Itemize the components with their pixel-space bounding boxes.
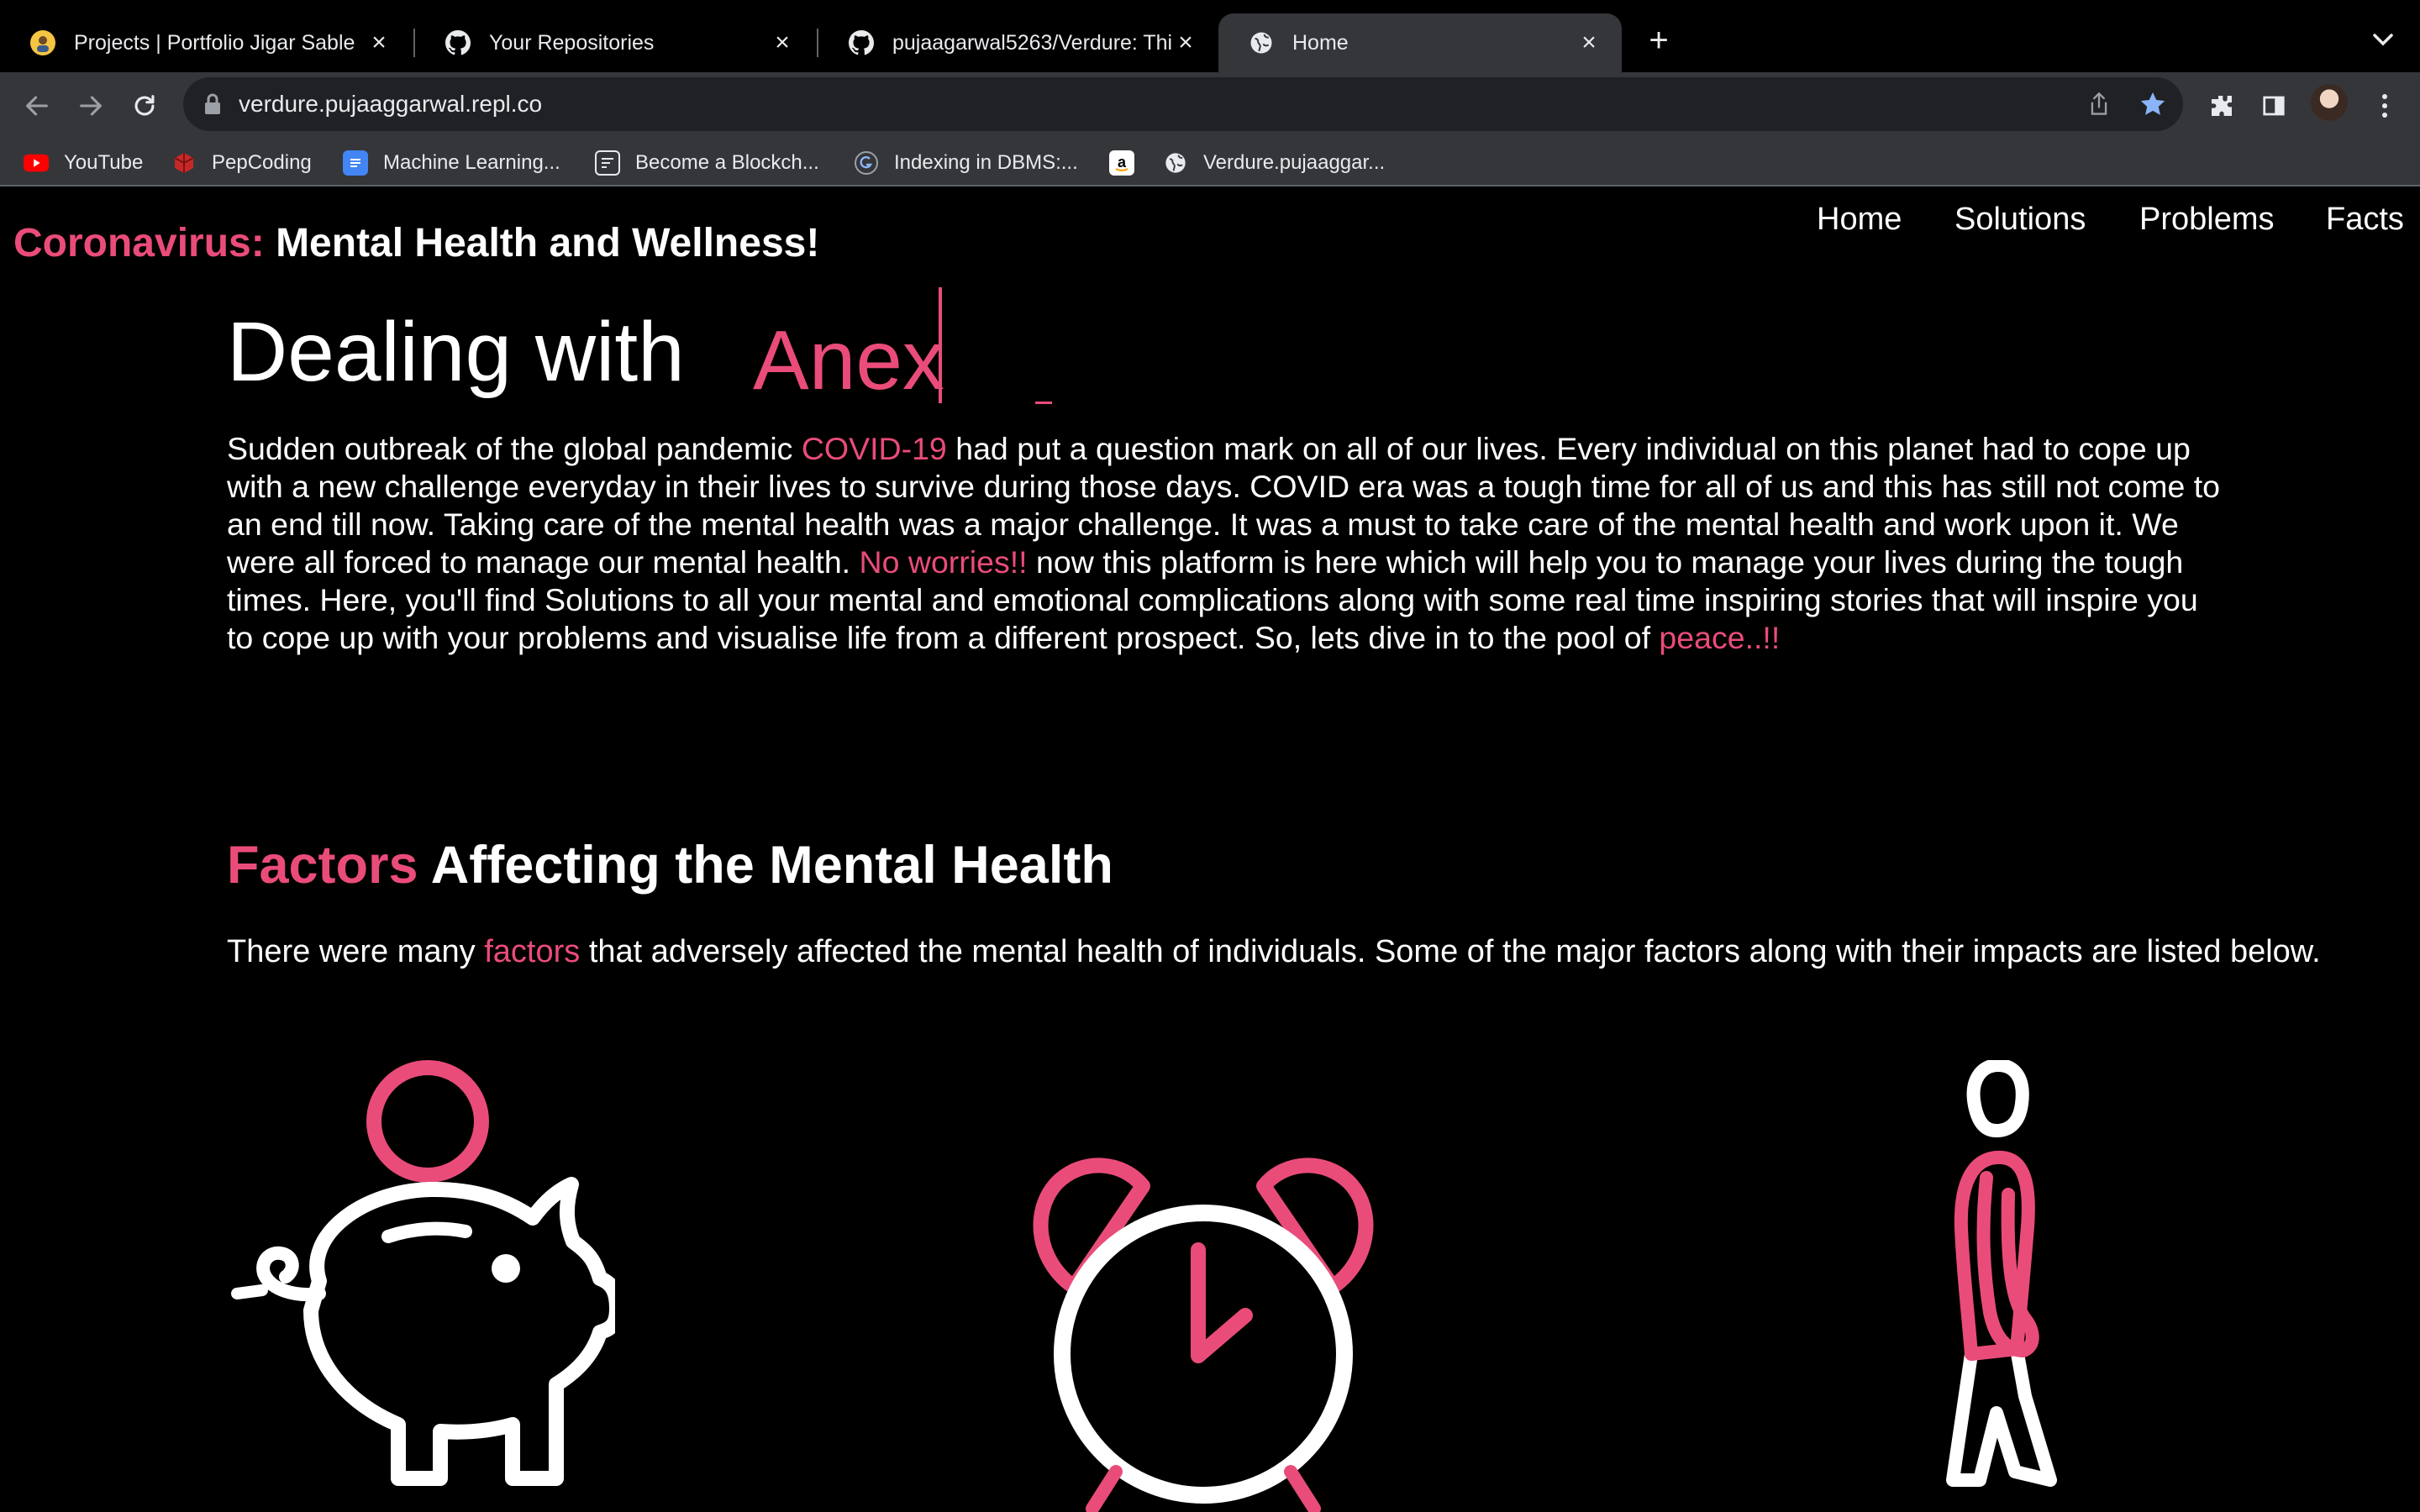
close-icon[interactable]: × — [770, 29, 795, 57]
geeks-icon — [854, 150, 879, 176]
intro-highlight-covid: COVID-19 — [801, 431, 947, 466]
intro-text: Sudden outbreak of the global pandemic — [227, 431, 802, 466]
bookmarks-bar: YouTube PepCoding Machine Learning... Be… — [0, 139, 2420, 186]
bookmark-verdure[interactable]: Verdure.pujaaggar... — [1163, 146, 1385, 180]
close-icon[interactable]: × — [1173, 29, 1198, 57]
intro-highlight-no-worries: No worries!! — [859, 544, 1028, 580]
bookmark-label: Become a Blockch... — [635, 151, 819, 174]
bookmark-label: Machine Learning... — [383, 151, 560, 174]
tab-repositories[interactable]: Your Repositories × — [415, 13, 815, 72]
bookmark-label: YouTube — [64, 151, 144, 174]
blockchain-icon — [595, 150, 620, 176]
browser-chrome: Projects | Portfolio Jigar Sable × Your … — [0, 0, 2420, 186]
tab-portfolio[interactable]: Projects | Portfolio Jigar Sable × — [0, 13, 412, 72]
youtube-icon — [24, 150, 49, 176]
factors-heading-accent: Factors — [227, 836, 418, 895]
reload-button[interactable] — [126, 87, 163, 124]
address-bar[interactable]: verdure.pujaaggarwal.repl.co — [183, 77, 2183, 131]
typing-underscore — [1035, 402, 1052, 404]
tab-home[interactable]: Home × — [1218, 13, 1622, 72]
factors-heading: Factors Affecting the Mental Health — [227, 835, 1113, 895]
nav-problems[interactable]: Problems — [2139, 202, 2275, 238]
lock-icon[interactable] — [203, 92, 222, 120]
svg-text:a: a — [1118, 154, 1127, 171]
bookmark-label: PepCoding — [212, 151, 312, 174]
side-panel-icon[interactable] — [2255, 87, 2292, 124]
tab-search-chevron-icon[interactable] — [2368, 24, 2398, 57]
intro-highlight-peace: peace..!! — [1659, 620, 1781, 655]
hero-typed-word: Anex — [753, 313, 944, 407]
browser-toolbar: verdure.pujaaggarwal.repl.co — [0, 72, 2420, 139]
bookmark-indexing-dbms[interactable]: Indexing in DBMS:... — [854, 146, 1078, 180]
factors-desc-text: There were many — [227, 934, 485, 969]
forward-button[interactable] — [72, 87, 109, 124]
tab-title: Projects | Portfolio Jigar Sable — [74, 30, 355, 55]
close-icon[interactable]: × — [366, 29, 392, 57]
factors-desc-highlight: factors — [484, 934, 581, 969]
profile-avatar-icon — [30, 30, 55, 55]
back-button[interactable] — [18, 87, 55, 124]
tab-title: Home — [1292, 30, 1349, 55]
bookmark-label: Indexing in DBMS:... — [894, 151, 1078, 174]
tab-strip: Projects | Portfolio Jigar Sable × Your … — [0, 0, 2420, 72]
brand-accent: Coronavirus: — [13, 221, 265, 265]
nav-solutions[interactable]: Solutions — [1954, 202, 2086, 238]
extensions-icon[interactable] — [2203, 87, 2240, 124]
intro-paragraph: Sudden outbreak of the global pandemic C… — [227, 430, 2227, 657]
brand-title: Mental Health and Wellness! — [276, 221, 820, 265]
factors-description: There were many factors that adversely a… — [227, 934, 2321, 970]
amazon-icon: a — [1109, 150, 1134, 176]
close-icon[interactable]: × — [1576, 29, 1602, 57]
factors-desc-text: that adversely affected the mental healt… — [580, 934, 2321, 969]
alarm-clock-icon — [1018, 1102, 1388, 1512]
hero-heading: Dealing with — [227, 305, 685, 399]
bookmark-star-icon[interactable] — [2138, 89, 2168, 119]
globe-icon — [1163, 150, 1188, 176]
github-icon — [445, 30, 471, 55]
site-brand[interactable]: Coronavirus: Mental Health and Wellness! — [13, 220, 819, 266]
bookmark-youtube[interactable]: YouTube — [24, 146, 143, 180]
page-viewport: Coronavirus: Mental Health and Wellness!… — [0, 186, 2420, 1512]
tab-title: Your Repositories — [489, 30, 655, 55]
piggy-bank-icon — [220, 1042, 624, 1512]
github-icon — [849, 30, 874, 55]
pepcoding-icon — [171, 150, 197, 176]
bookmark-pepcoding[interactable]: PepCoding — [171, 146, 312, 180]
typing-caret — [939, 287, 942, 403]
bookmark-blockchain[interactable]: Become a Blockch... — [595, 146, 819, 180]
tab-verdure-repo[interactable]: pujaagarwal5263/Verdure: This × — [818, 13, 1218, 72]
profile-avatar[interactable] — [2311, 84, 2348, 121]
globe-icon — [1249, 30, 1274, 55]
url-text[interactable]: verdure.pujaaggarwal.repl.co — [239, 91, 542, 118]
bookmark-amazon[interactable]: a — [1109, 146, 1134, 180]
new-tab-button[interactable]: + — [1640, 22, 1677, 59]
tab-title: pujaagarwal5263/Verdure: This — [892, 30, 1173, 55]
factors-heading-rest: Affecting the Mental Health — [430, 836, 1113, 895]
bookmark-machine-learning[interactable]: Machine Learning... — [343, 146, 560, 180]
nav-home[interactable]: Home — [1817, 202, 1902, 238]
share-icon[interactable] — [2084, 89, 2114, 119]
google-docs-icon — [343, 150, 368, 176]
walking-person-icon — [1909, 1058, 2077, 1497]
bookmark-label: Verdure.pujaaggar... — [1203, 151, 1386, 174]
nav-facts[interactable]: Facts — [2326, 202, 2404, 238]
more-menu-icon[interactable] — [2366, 87, 2403, 124]
